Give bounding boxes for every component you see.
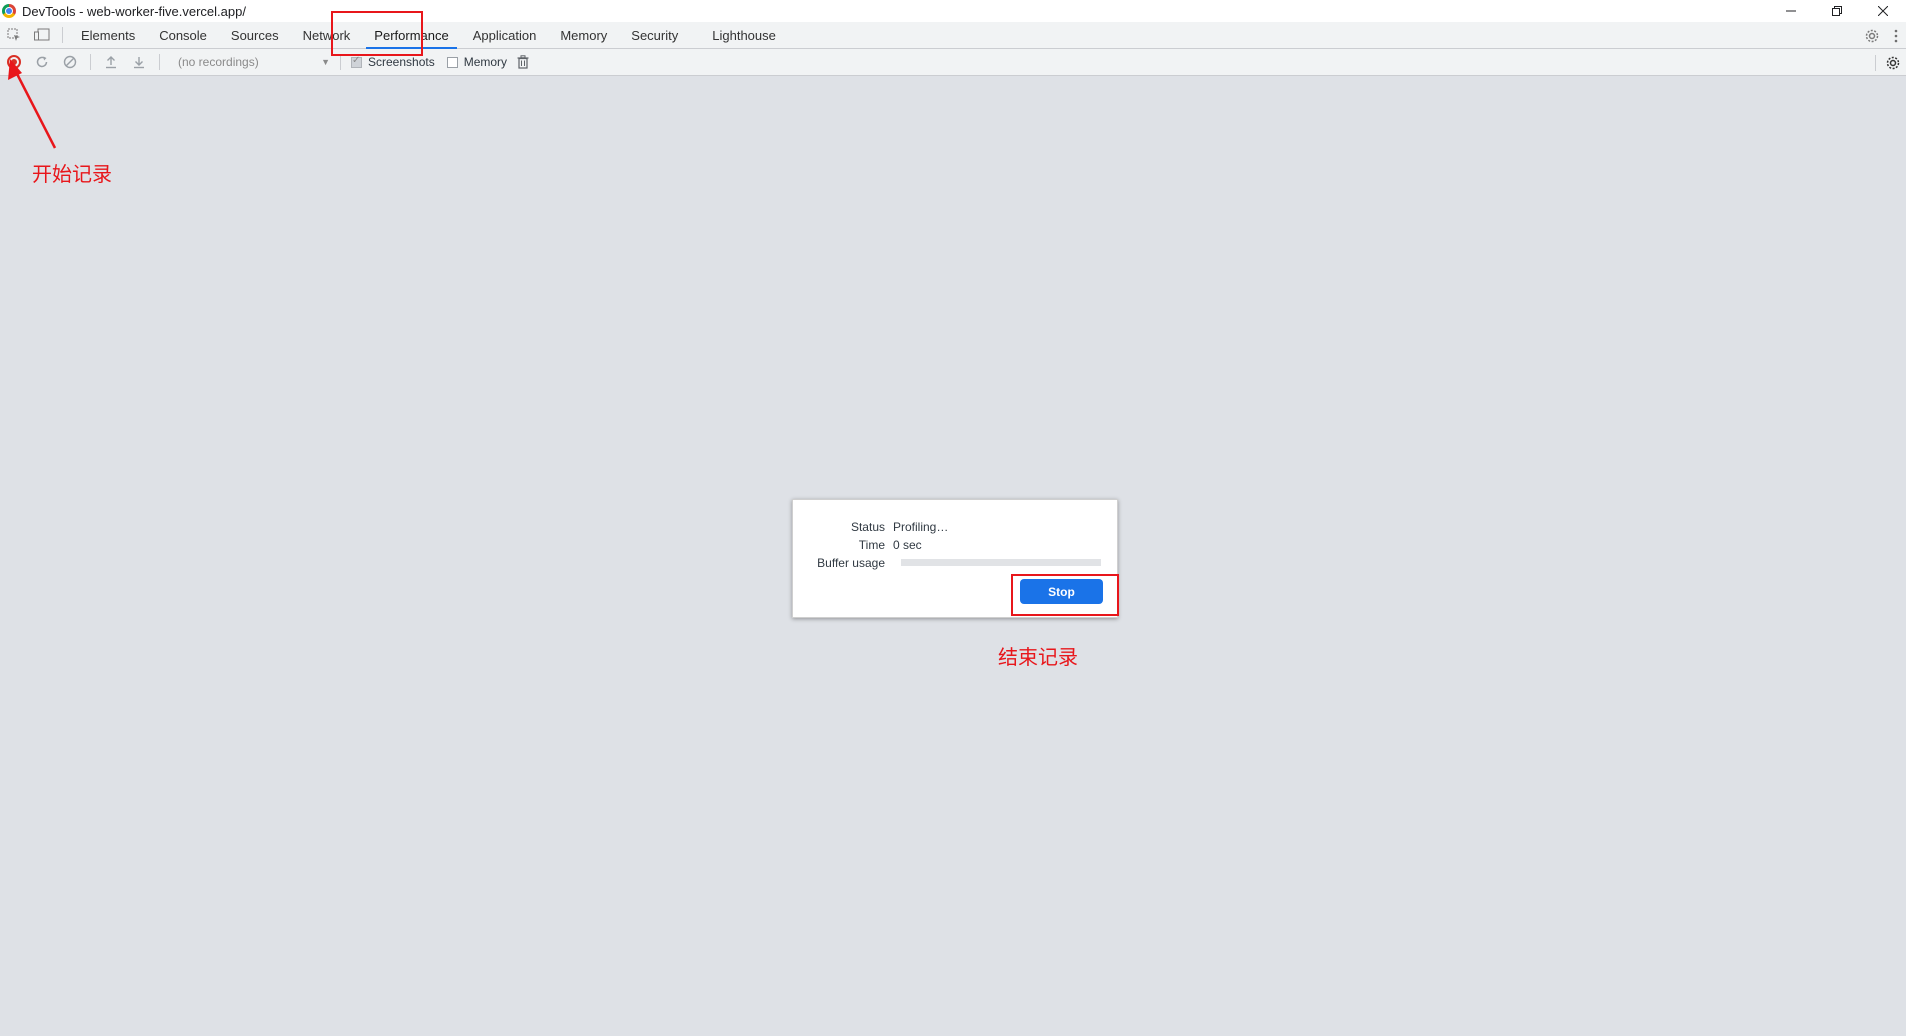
load-profile-button[interactable] [97, 49, 125, 76]
device-toolbar-icon[interactable] [28, 22, 56, 49]
tab-divider [62, 27, 63, 43]
memory-checkbox[interactable] [446, 56, 458, 68]
tab-memory[interactable]: Memory [548, 22, 619, 49]
recordings-select-value: (no recordings) [178, 55, 259, 69]
window-controls [1768, 0, 1906, 22]
screenshots-label: Screenshots [368, 55, 435, 69]
status-value: Profiling… [893, 520, 949, 534]
arrow-annotation-icon [8, 59, 57, 149]
tab-console[interactable]: Console [147, 22, 219, 49]
minimize-icon[interactable] [1768, 0, 1814, 22]
tab-bar-right [1858, 22, 1906, 49]
tab-application[interactable]: Application [461, 22, 549, 49]
stop-button-highlight [1011, 574, 1119, 616]
buffer-row: Buffer usage [793, 556, 893, 570]
toolbar-divider [1875, 54, 1876, 71]
time-row: Time 0 sec [793, 538, 922, 552]
status-label: Status [850, 520, 885, 534]
toolbar-right [1869, 49, 1904, 76]
settings-gear-icon [1886, 56, 1900, 69]
window-title: DevTools - web-worker-five.vercel.app/ [22, 3, 246, 19]
inspect-element-icon[interactable] [0, 22, 28, 49]
time-label: Time [858, 538, 885, 552]
tab-security[interactable]: Security [619, 22, 690, 49]
time-value: 0 sec [893, 538, 922, 552]
toolbar-divider [159, 54, 160, 70]
tab-lighthouse[interactable]: Lighthouse [700, 22, 788, 49]
performance-toolbar: (no recordings) ▼ Screenshots Memory [0, 49, 1906, 76]
trash-icon [517, 55, 529, 69]
recordings-select[interactable]: (no recordings) ▼ [174, 52, 334, 72]
tab-list: Elements Console Sources Network Performance… [69, 22, 788, 49]
memory-toggle[interactable]: Memory [446, 55, 508, 69]
close-icon[interactable] [1860, 0, 1906, 22]
settings-gear-icon[interactable] [1858, 22, 1886, 49]
tab-elements[interactable]: Elements [69, 22, 147, 49]
buffer-usage-label: Buffer usage [817, 556, 885, 570]
download-icon [134, 57, 144, 69]
performance-tab-highlight [331, 11, 423, 56]
save-profile-button[interactable] [125, 49, 153, 76]
toolbar-divider [340, 54, 341, 70]
chrome-logo-icon [2, 4, 16, 18]
screenshots-toggle[interactable]: Screenshots [351, 55, 435, 69]
devtools-tab-bar: Elements Console Sources Network Performance… [0, 22, 1906, 49]
title-bar: DevTools - web-worker-five.vercel.app/ [0, 0, 1906, 22]
capture-settings-button[interactable] [1882, 49, 1904, 76]
screenshots-checkbox[interactable] [351, 55, 362, 68]
upload-icon [106, 56, 116, 69]
start-recording-annotation: 开始记录 [32, 162, 112, 186]
restore-icon[interactable] [1814, 0, 1860, 22]
toolbar-divider [90, 54, 91, 70]
buffer-usage-bar [901, 559, 1101, 566]
status-row: Status Profiling… [793, 520, 948, 534]
tab-sources[interactable]: Sources [219, 22, 291, 49]
collect-garbage-button[interactable] [509, 49, 537, 76]
chevron-down-icon: ▼ [321, 57, 330, 67]
memory-label: Memory [463, 55, 508, 69]
more-options-icon[interactable] [1886, 22, 1906, 49]
stop-recording-annotation: 结束记录 [998, 645, 1078, 669]
